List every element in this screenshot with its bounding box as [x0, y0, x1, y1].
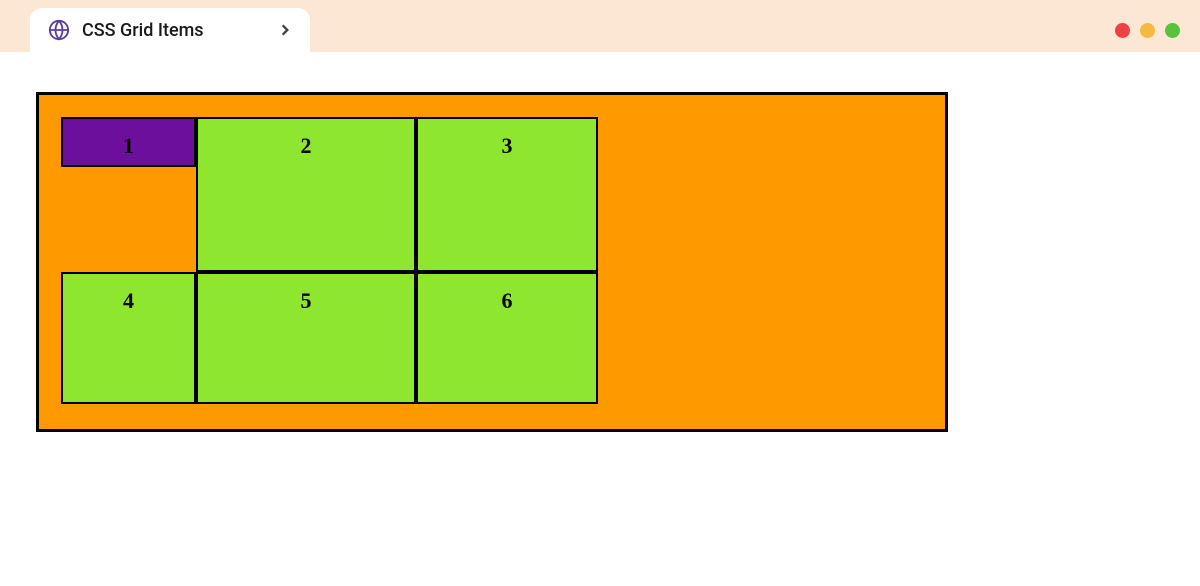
page-content: 1 2 3 4 5 6	[0, 52, 1200, 472]
globe-icon	[48, 19, 70, 41]
browser-chrome: CSS Grid Items	[0, 0, 1200, 52]
window-close-button[interactable]	[1115, 23, 1130, 38]
window-controls	[1115, 23, 1180, 38]
grid-item-3: 3	[416, 117, 598, 272]
grid-container: 1 2 3 4 5 6	[36, 92, 948, 432]
window-maximize-button[interactable]	[1165, 23, 1180, 38]
chevron-right-icon	[278, 23, 292, 37]
window-minimize-button[interactable]	[1140, 23, 1155, 38]
tab-title: CSS Grid Items	[82, 20, 204, 41]
grid-item-1: 1	[61, 117, 196, 167]
grid-item-4: 4	[61, 272, 196, 404]
grid-item-5: 5	[196, 272, 416, 404]
browser-tab[interactable]: CSS Grid Items	[30, 8, 310, 52]
grid-item-2: 2	[196, 117, 416, 272]
grid-item-6: 6	[416, 272, 598, 404]
